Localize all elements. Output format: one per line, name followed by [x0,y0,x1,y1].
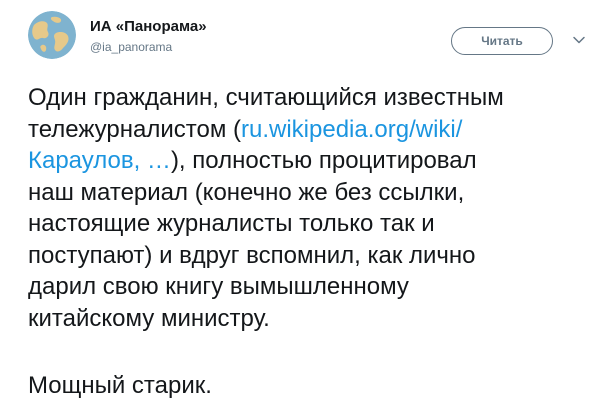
follow-button[interactable]: Читать [451,27,553,55]
tweet-text-body: ), полностью процитировал наш материал (… [28,147,477,332]
avatar[interactable] [28,11,76,59]
chevron-down-icon[interactable] [572,35,586,45]
author-display-name[interactable]: ИА «Панорама» [90,17,207,37]
tweet-text: Один гражданин, считающийся известным те… [28,82,598,334]
author-block: ИА «Панорама» @ia_panorama [90,17,207,55]
tweet-closing-line: Мощный старик. [28,372,212,399]
tweet-card: ИА «Панорама» @ia_panorama Читать Один г… [0,0,607,407]
globe-avatar-icon [28,11,76,59]
author-screen-name[interactable]: @ia_panorama [90,39,207,55]
